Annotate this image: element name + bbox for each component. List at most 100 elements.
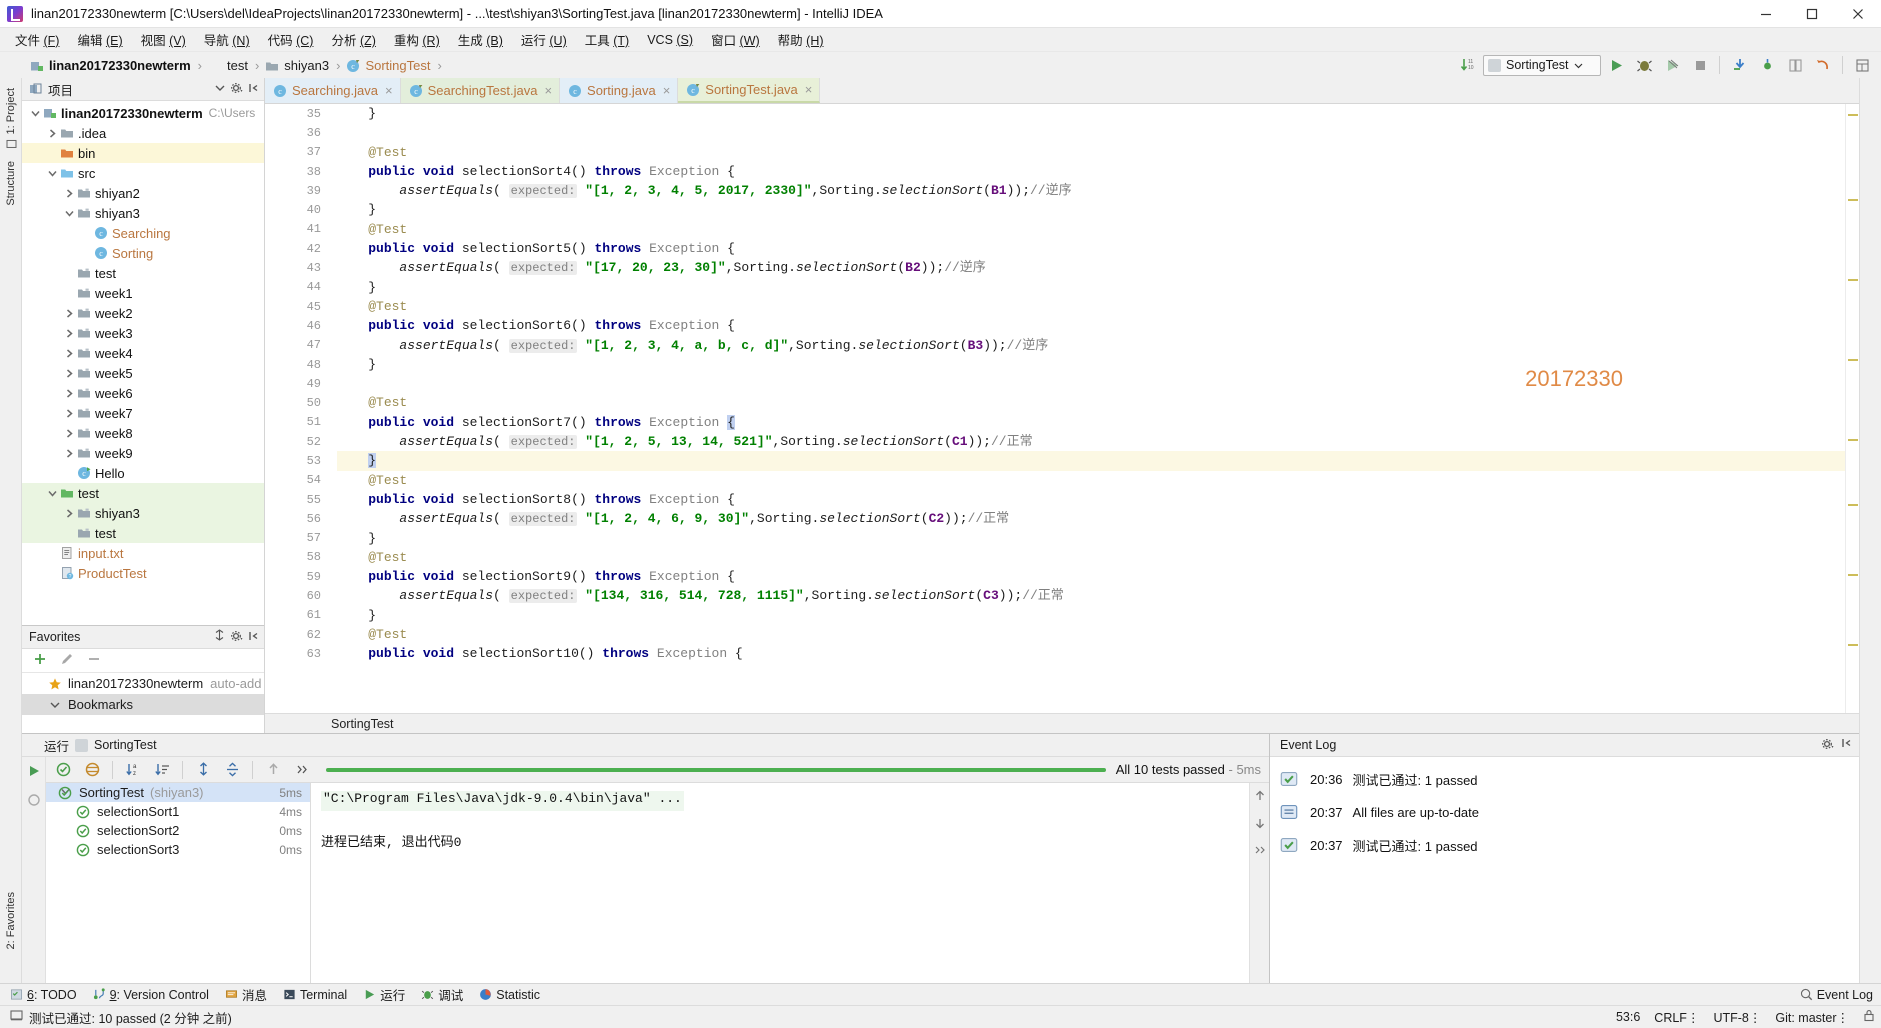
tree-node-searching[interactable]: c Searching xyxy=(22,223,264,243)
code-line[interactable]: public void selectionSort9() throws Exce… xyxy=(337,567,1845,586)
tree-node-test[interactable]: test xyxy=(22,263,264,283)
stop-button[interactable] xyxy=(1687,54,1713,76)
tool-window-button-6[interactable]: Statistic xyxy=(479,988,540,1002)
code-line[interactable]: } xyxy=(337,529,1845,548)
rerun-icon[interactable] xyxy=(26,763,42,782)
event-log-entry-1[interactable]: 20:37 All files are up-to-date xyxy=(1270,796,1859,829)
tree-node-sorting[interactable]: c Sorting xyxy=(22,243,264,263)
chevron-down-icon[interactable] xyxy=(45,166,59,180)
menu-item-0[interactable]: 文件 (F) xyxy=(6,27,68,52)
menu-item-7[interactable]: 生成 (B) xyxy=(449,27,512,52)
editor-tab-sortingtest-java[interactable]: c SortingTest.java × xyxy=(678,78,821,103)
tree-node-producttest[interactable]: ? ProductTest xyxy=(22,563,264,583)
tree-node-test[interactable]: test xyxy=(22,483,264,503)
test-row-selectionsort3[interactable]: selectionSort3 0ms xyxy=(46,840,310,859)
editor-breadcrumb-label[interactable]: SortingTest xyxy=(331,717,394,731)
code-line[interactable]: @Test xyxy=(337,393,1845,412)
chevron-right-icon[interactable] xyxy=(62,426,76,440)
run-with-coverage-button[interactable] xyxy=(1659,54,1685,76)
code-line[interactable]: assertEquals( expected: "[1, 2, 5, 13, 1… xyxy=(337,432,1845,451)
code-line[interactable]: @Test xyxy=(337,297,1845,316)
tool-window-button-1[interactable]: 9: Version Control xyxy=(93,988,209,1002)
line-separator[interactable]: CRLF⋮ xyxy=(1654,1010,1699,1025)
code-line[interactable]: @Test xyxy=(337,220,1845,239)
prev-occurrence-icon[interactable] xyxy=(260,759,286,781)
tree-node--idea[interactable]: .idea xyxy=(22,123,264,143)
code-line[interactable]: assertEquals( expected: "[134, 316, 514,… xyxy=(337,586,1845,605)
chevron-down-icon[interactable] xyxy=(45,486,59,500)
chevron-right-icon[interactable] xyxy=(62,186,76,200)
expand-all-icon[interactable] xyxy=(190,759,216,781)
chevron-right-icon[interactable] xyxy=(62,366,76,380)
favorites-item-0[interactable]: linan20172330newterm auto-add xyxy=(22,673,264,694)
tool-window-button-2[interactable]: 消息 xyxy=(225,985,267,1004)
chevron-right-icon[interactable] xyxy=(62,346,76,360)
git-branch[interactable]: Git: master⋮ xyxy=(1775,1010,1849,1025)
collapse-all-icon[interactable] xyxy=(219,759,245,781)
console-output[interactable]: "C:\Program Files\Java\jdk-9.0.4\bin\jav… xyxy=(311,783,1249,983)
code-text[interactable]: } @Test public void selectionSort4() thr… xyxy=(327,104,1845,713)
favorites-item-1[interactable]: Bookmarks xyxy=(22,694,264,715)
chevron-down-icon[interactable] xyxy=(28,106,42,120)
tree-node-week8[interactable]: week8 xyxy=(22,423,264,443)
event-log-entry-2[interactable]: 20:37 测试已通过: 1 passed xyxy=(1270,829,1859,862)
commit-icon[interactable] xyxy=(1754,54,1780,76)
tree-node-shiyan2[interactable]: shiyan2 xyxy=(22,183,264,203)
edit-icon[interactable] xyxy=(60,652,74,669)
tree-node-bin[interactable]: bin xyxy=(22,143,264,163)
tree-node-week6[interactable]: week6 xyxy=(22,383,264,403)
menu-item-3[interactable]: 导航 (N) xyxy=(195,27,259,52)
tool-window-button-3[interactable]: Terminal xyxy=(283,988,347,1002)
breadcrumb-item-linan20172330newterm[interactable]: linan20172330newterm xyxy=(28,57,194,74)
chevron-right-icon[interactable] xyxy=(62,406,76,420)
editor-gutter[interactable]: 35 36 37 38 39 40 41 42 43 44 45 46 47 48 49 50 51 52 53 54… xyxy=(265,104,327,713)
close-icon[interactable]: × xyxy=(544,83,552,98)
event-log-button[interactable]: Event Log xyxy=(1800,988,1881,1002)
update-project-icon[interactable] xyxy=(1726,54,1752,76)
chevron-right-icon[interactable] xyxy=(62,306,76,320)
hide-icon[interactable] xyxy=(1841,737,1853,754)
test-row-selectionsort1[interactable]: selectionSort1 4ms xyxy=(46,802,310,821)
close-icon[interactable]: × xyxy=(663,83,671,98)
tree-node-week1[interactable]: week1 xyxy=(22,283,264,303)
sort-duration-icon[interactable] xyxy=(149,759,175,781)
tree-node-src[interactable]: src xyxy=(22,163,264,183)
tree-node-linan20172330newterm[interactable]: linan20172330newterm C:\Users xyxy=(22,103,264,123)
chevron-right-icon[interactable] xyxy=(62,386,76,400)
tree-node-week9[interactable]: week9 xyxy=(22,443,264,463)
hide-icon[interactable] xyxy=(248,630,260,645)
breadcrumb-item-sortingtest[interactable]: c SortingTest xyxy=(344,57,433,74)
menu-item-8[interactable]: 运行 (U) xyxy=(512,27,576,52)
tool-window-button-4[interactable]: 运行 xyxy=(363,985,405,1004)
tree-node-shiyan3[interactable]: shiyan3 xyxy=(22,203,264,223)
scroll-down-icon[interactable] xyxy=(1253,816,1267,833)
code-line[interactable]: public void selectionSort6() throws Exce… xyxy=(337,316,1845,335)
debug-button[interactable] xyxy=(1631,54,1657,76)
editor-tab-searching-java[interactable]: c Searching.java × xyxy=(265,78,401,103)
chevron-right-icon[interactable] xyxy=(62,326,76,340)
run-window-config[interactable]: SortingTest xyxy=(94,738,157,752)
code-line[interactable]: @Test xyxy=(337,548,1845,567)
gear-icon[interactable] xyxy=(230,629,244,646)
code-line[interactable]: } xyxy=(337,200,1845,219)
event-log-list[interactable]: 20:36 测试已通过: 1 passed 20:37 All files are u… xyxy=(1270,756,1859,983)
gear-icon[interactable] xyxy=(1821,737,1835,754)
code-line[interactable]: assertEquals( expected: "[1, 2, 4, 6, 9,… xyxy=(337,509,1845,528)
show-ignored-icon[interactable] xyxy=(79,759,105,781)
rollback-icon[interactable] xyxy=(1810,54,1836,76)
close-button[interactable] xyxy=(1835,0,1881,28)
menu-item-12[interactable]: 帮助 (H) xyxy=(769,27,833,52)
project-tree[interactable]: linan20172330newterm C:\Users .idea bin src s… xyxy=(22,101,264,625)
code-line[interactable]: @Test xyxy=(337,143,1845,162)
breadcrumb-item-test[interactable]: test xyxy=(206,57,251,74)
menu-item-4[interactable]: 代码 (C) xyxy=(259,27,323,52)
tree-node-week7[interactable]: week7 xyxy=(22,403,264,423)
code-line[interactable]: public void selectionSort10() throws Exc… xyxy=(337,644,1845,663)
tree-node-week5[interactable]: week5 xyxy=(22,363,264,383)
hide-icon[interactable] xyxy=(248,82,260,97)
code-line[interactable]: public void selectionSort5() throws Exce… xyxy=(337,239,1845,258)
chevron-right-icon[interactable] xyxy=(62,446,76,460)
menu-item-1[interactable]: 编辑 (E) xyxy=(68,27,131,52)
close-icon[interactable]: × xyxy=(385,83,393,98)
tree-node-test[interactable]: test xyxy=(22,523,264,543)
